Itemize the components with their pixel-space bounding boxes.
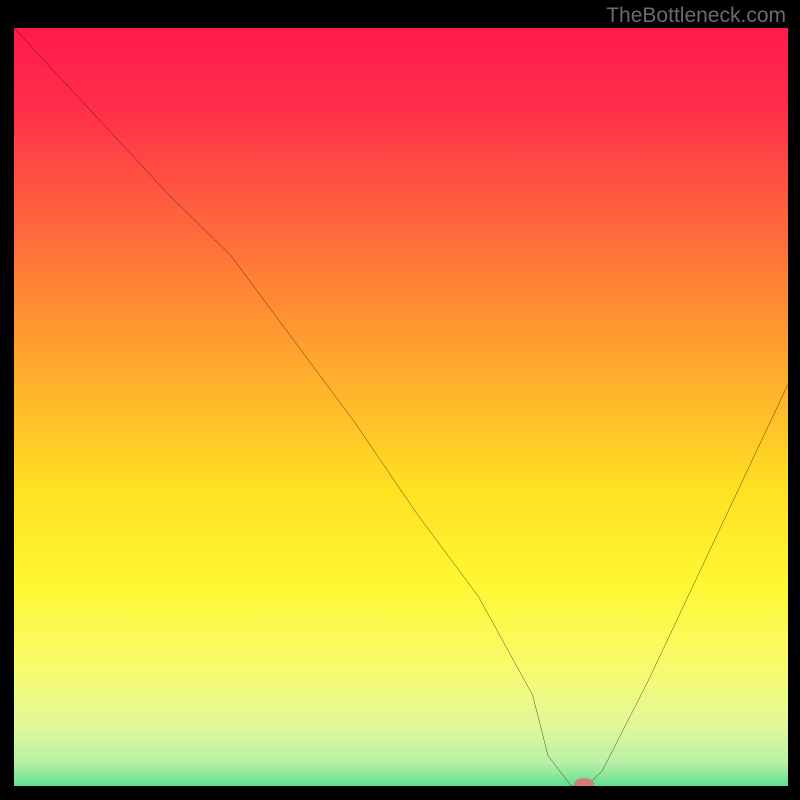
- chart-gradient-background: [14, 28, 788, 788]
- watermark-text: TheBottleneck.com: [606, 4, 786, 28]
- chart-marker: [573, 777, 595, 788]
- chart-plot-area: [12, 28, 788, 788]
